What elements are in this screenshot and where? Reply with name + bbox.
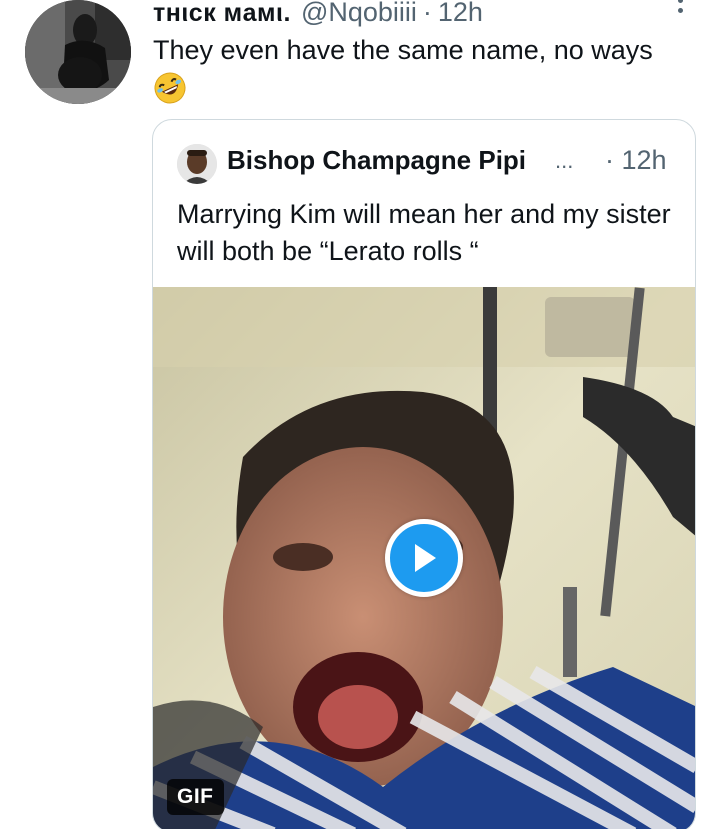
more-icon-dot [677, 0, 683, 3]
quoted-tweet-card[interactable]: Bishop Champagne Pipi ... · 12h Marrying… [152, 119, 696, 829]
more-options-button[interactable] [668, 0, 692, 24]
play-button[interactable] [385, 519, 463, 597]
gif-media[interactable]: GIF [153, 287, 695, 829]
quoted-tweet-text: Marrying Kim will mean her and my sister… [177, 199, 671, 266]
separator-dot: · [605, 145, 614, 175]
tweet-timestamp[interactable]: 12h [438, 0, 483, 28]
tweet-text: They even have the same name, no ways [153, 35, 653, 65]
more-icon-dot [677, 8, 683, 13]
author-display-name[interactable]: тнιcк мaмι. [153, 0, 291, 28]
quoted-tweet-timestamp[interactable]: · 12h [605, 145, 667, 176]
avatar-image [25, 0, 131, 104]
gif-badge: GIF [167, 779, 224, 815]
name-truncation: ... [555, 148, 574, 173]
tweet-header: тнιcк мaмι. @Nqobiiii · 12h [153, 0, 483, 28]
author-avatar[interactable] [25, 0, 131, 104]
quoted-avatar-image [177, 144, 217, 184]
author-handle[interactable]: @Nqobiiii [301, 0, 417, 28]
quoted-author-name[interactable]: Bishop Champagne Pipi [227, 145, 526, 176]
rolling-on-floor-laughing-icon [153, 71, 187, 105]
quoted-author-avatar[interactable] [177, 144, 217, 184]
separator-dot: · [422, 0, 432, 27]
quoted-time-value: 12h [621, 145, 667, 175]
play-icon [415, 544, 436, 572]
